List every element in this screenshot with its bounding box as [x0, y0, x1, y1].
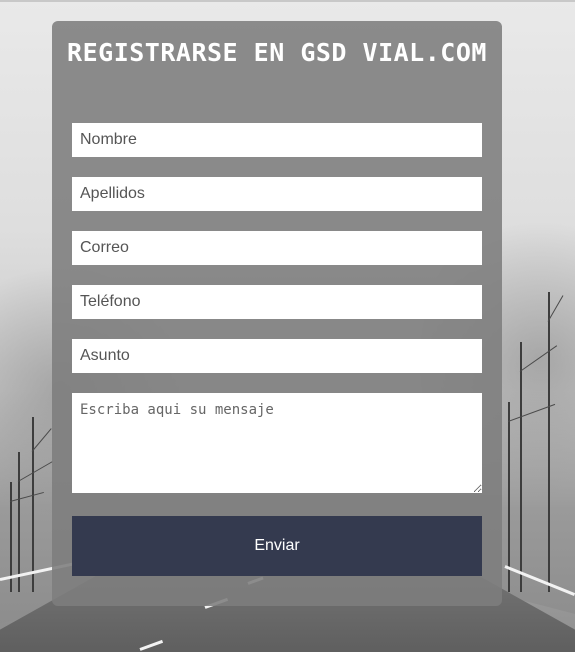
top-border — [0, 0, 575, 2]
registration-form: REGISTRARSE EN GSD VIAL.COM Enviar — [52, 21, 502, 606]
tree-right-3 — [508, 402, 510, 592]
form-title: REGISTRARSE EN GSD VIAL.COM — [67, 38, 487, 67]
nombre-input[interactable] — [72, 123, 482, 157]
asunto-input[interactable] — [72, 339, 482, 373]
tree-left-2 — [32, 417, 34, 592]
apellidos-input[interactable] — [72, 177, 482, 211]
tree-right-2 — [548, 292, 550, 592]
correo-input[interactable] — [72, 231, 482, 265]
mensaje-textarea[interactable] — [72, 393, 482, 493]
telefono-input[interactable] — [72, 285, 482, 319]
enviar-button[interactable]: Enviar — [72, 516, 482, 576]
tree-right-1 — [520, 342, 522, 592]
road-line-right — [504, 565, 575, 596]
tree-left-1 — [18, 452, 20, 592]
